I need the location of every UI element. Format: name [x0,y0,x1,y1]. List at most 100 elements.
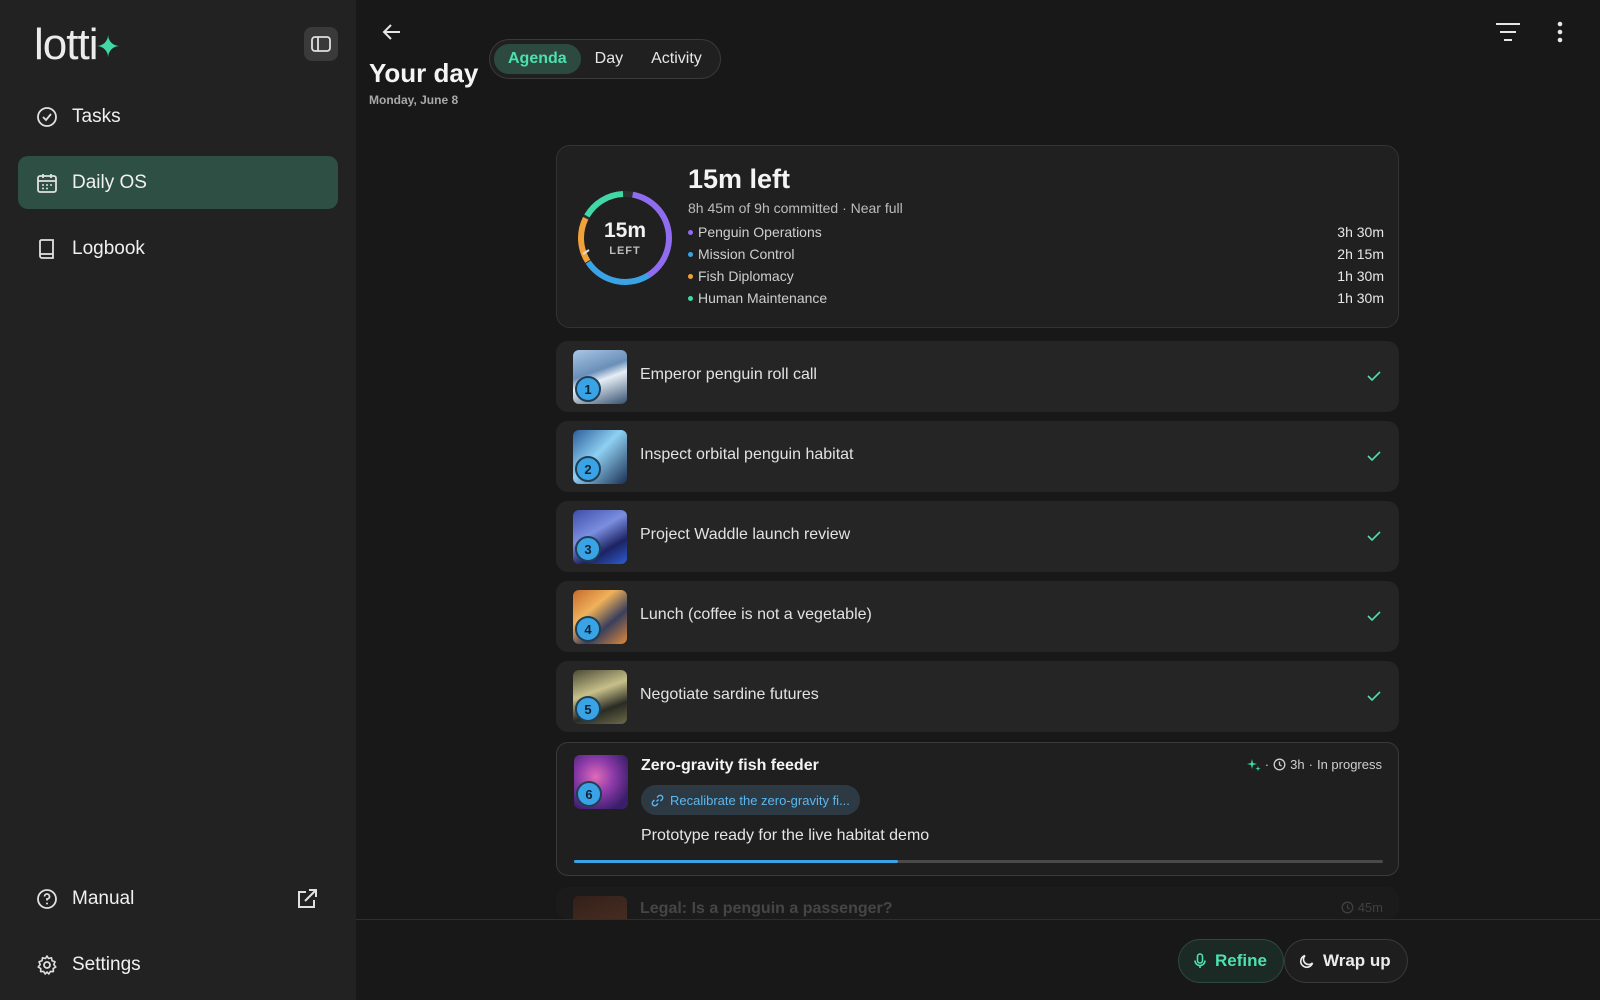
calendar-icon [36,172,58,194]
check-icon [1367,371,1381,382]
category-duration: 1h 30m [1337,290,1384,306]
task-row[interactable]: 3 Project Waddle launch review [556,501,1399,572]
category-row: Mission Control 2h 15m [688,244,1384,264]
more-vertical-icon [1557,21,1563,43]
category-row: Fish Diplomacy 1h 30m [688,266,1384,286]
sidebar-item-logbook[interactable]: Logbook [18,222,338,275]
microphone-icon [1194,953,1206,968]
task-title: Legal: Is a penguin a passenger? [640,900,893,917]
task-description: Prototype ready for the live habitat dem… [641,827,930,844]
back-button[interactable] [378,18,406,46]
category-row: Human Maintenance 1h 30m [688,288,1384,308]
task-progress-fill [574,860,898,863]
task-order-badge: 4 [575,616,601,642]
sidebar-toggle-button[interactable] [304,27,338,61]
category-duration: 1h 30m [1337,268,1384,284]
filter-button[interactable] [1492,18,1524,46]
task-title: Zero-gravity fish feeder [641,757,819,774]
task-order-badge: 5 [575,696,601,722]
task-row[interactable]: 2 Inspect orbital penguin habitat [556,421,1399,492]
wrap-up-button[interactable]: Wrap up [1284,939,1408,983]
task-title: Emperor penguin roll call [640,366,817,383]
task-title: Project Waddle launch review [640,526,851,543]
sidebar-item-tasks[interactable]: Tasks [18,90,338,143]
task-duration: 45m [1357,900,1383,915]
ring-center: 15m LEFT [575,188,675,288]
task-title: Inspect orbital penguin habitat [640,446,854,463]
arrow-left-icon [382,24,400,40]
check-icon [1367,451,1381,462]
external-link-icon[interactable] [292,884,322,914]
task-row[interactable]: 4 Lunch (coffee is not a vegetable) [556,581,1399,652]
gear-icon [36,954,58,976]
task-meta: · 3h · In progress [1246,757,1382,772]
check-icon [1367,691,1381,702]
sidebar-item-label: Logbook [72,237,145,259]
time-budget-card[interactable]: 15m LEFT 15m left 8h 45m of 9h committed… [556,145,1399,328]
wrap-up-label: Wrap up [1323,951,1391,970]
ring-value: 15m [603,219,647,242]
category-dot [688,251,693,257]
tab-activity[interactable]: Activity [637,44,716,74]
task-order-badge: 2 [575,456,601,482]
help-circle-icon [36,888,58,910]
page-title: Your day [369,58,479,88]
task-order-badge: 1 [575,376,601,402]
refine-button[interactable]: Refine [1178,939,1284,983]
category-duration: 2h 15m [1337,246,1384,262]
sidebar-item-settings[interactable]: Settings [18,938,338,991]
sidebar-item-daily-os[interactable]: Daily OS [18,156,338,209]
category-name: Human Maintenance [698,290,828,306]
main-content: Your day Monday, June 8 Agenda Day Activ… [356,0,1600,1000]
current-task-card[interactable]: 6 Zero-gravity fish feeder · 3h · In pro… [556,742,1399,876]
category-dot [688,295,693,301]
budget-subtitle: 8h 45m of 9h committed · Near full [688,200,903,216]
task-title: Negotiate sardine futures [640,686,819,703]
category-name: Fish Diplomacy [698,268,794,284]
linked-task-label: Recalibrate the zero-gravity fi... [670,792,850,808]
check-icon [1367,611,1381,622]
app-logo: lotti✦ [34,20,121,69]
clock-icon [1273,758,1286,771]
category-dot [688,273,693,279]
sidebar-item-label: Settings [72,953,141,975]
clock-icon [1341,901,1354,914]
link-icon [651,794,664,806]
check-circle-icon [36,106,58,128]
sidebar-panel-icon [311,36,331,52]
check-icon [1367,531,1381,542]
task-order-badge: 3 [575,536,601,562]
sidebar-item-label: Daily OS [72,171,147,193]
more-options-button[interactable] [1548,18,1572,46]
sidebar-item-manual[interactable]: Manual [18,872,338,925]
task-duration: 3h [1290,757,1305,772]
task-row[interactable]: Legal: Is a penguin a passenger? 45m [556,887,1399,919]
task-order-badge: 6 [576,781,602,807]
category-name: Penguin Operations [698,224,822,240]
category-dot [688,229,693,235]
linked-task-chip[interactable]: Recalibrate the zero-gravity fi... [641,785,860,815]
task-meta: 45m [1341,900,1383,915]
refine-label: Refine [1215,951,1267,970]
sidebar-item-label: Manual [72,887,135,909]
moon-icon [1299,954,1314,969]
bottom-action-bar: Refine Wrap up [356,919,1600,1000]
task-title: Lunch (coffee is not a vegetable) [640,606,872,623]
tab-agenda[interactable]: Agenda [494,44,581,74]
book-icon [36,238,58,260]
ring-label: LEFT [609,245,641,257]
task-progress-bar [574,860,1383,863]
budget-headline: 15m left [688,164,791,194]
filter-icon [1496,23,1520,41]
category-duration: 3h 30m [1337,224,1384,240]
task-thumbnail [573,896,627,919]
view-tabs: Agenda Day Activity [489,39,721,79]
sparkles-icon [1246,758,1261,771]
task-row[interactable]: 1 Emperor penguin roll call [556,341,1399,412]
sidebar-item-label: Tasks [72,105,121,127]
task-status: In progress [1316,757,1382,772]
task-row[interactable]: 5 Negotiate sardine futures [556,661,1399,732]
tab-day[interactable]: Day [581,44,637,74]
page-date: Monday, June 8 [369,93,459,107]
sidebar: lotti✦ Tasks Daily OS Logbook Manual Set… [0,0,356,1000]
